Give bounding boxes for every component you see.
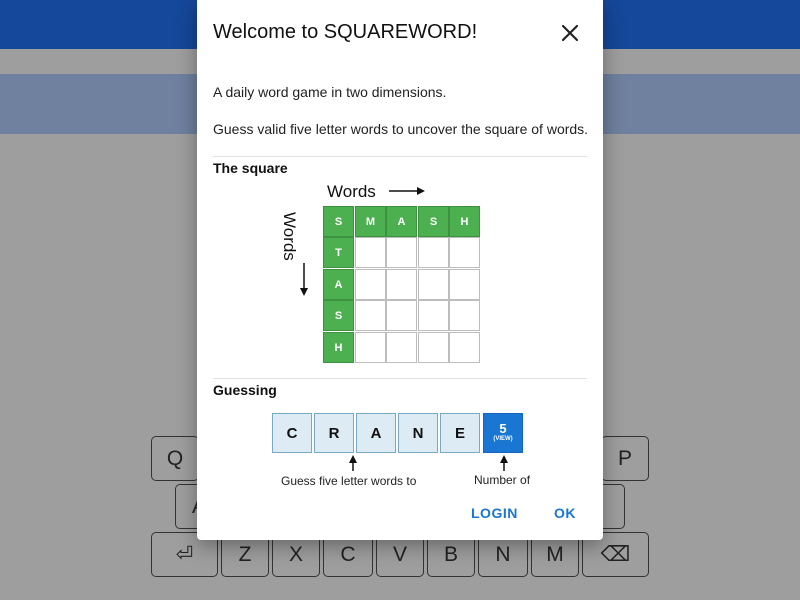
guess-tile: A (356, 413, 396, 453)
grid-cell (355, 300, 386, 331)
dialog-title: Welcome to SQUAREWORD! (213, 21, 478, 43)
words-label-side: Words (280, 212, 299, 261)
ok-button[interactable]: OK (554, 505, 576, 521)
grid-cell: M (355, 206, 386, 237)
intro-text: A daily word game in two dimensions. (213, 84, 447, 100)
grid-cell (449, 332, 480, 363)
login-button[interactable]: LOGIN (471, 505, 518, 521)
guess-tile: R (314, 413, 354, 453)
grid-cell (418, 332, 449, 363)
grid-cell: S (323, 300, 354, 331)
grid-cell (418, 300, 449, 331)
grid-cell: H (323, 332, 354, 363)
grid-cell: S (323, 206, 354, 237)
arrow-up-icon (349, 455, 357, 471)
grid-cell (449, 237, 480, 268)
guess-caption: Guess five letter words to (281, 474, 417, 488)
arrow-right-icon (389, 187, 425, 195)
intro-text-2: Guess valid five letter words to uncover… (213, 121, 589, 137)
guessing-heading: Guessing (213, 382, 277, 398)
grid-cell (418, 237, 449, 268)
grid-cell (355, 332, 386, 363)
key-p[interactable]: P (601, 436, 649, 481)
grid-cell: H (449, 206, 480, 237)
grid-cell (386, 269, 417, 300)
key-q[interactable]: Q (151, 436, 199, 481)
guess-tile: N (398, 413, 438, 453)
arrow-up-icon (500, 455, 508, 471)
divider (213, 378, 587, 379)
grid-cell (355, 237, 386, 268)
count-value: 5 (499, 421, 507, 436)
grid-cell: T (323, 237, 354, 268)
arrow-down-icon (300, 263, 308, 296)
words-label-side-wrap: Words (279, 210, 299, 262)
count-caption: Number of (474, 473, 531, 487)
close-icon[interactable] (558, 21, 582, 45)
grid-cell (386, 237, 417, 268)
count-tile: 5 (VIEW) (483, 413, 523, 453)
guess-tile: E (440, 413, 480, 453)
grid-cell: S (418, 206, 449, 237)
grid-cell (418, 269, 449, 300)
welcome-dialog: Welcome to SQUAREWORD! A daily word game… (197, 0, 603, 540)
guess-tile: C (272, 413, 312, 453)
grid-cell (449, 300, 480, 331)
words-label-top: Words (327, 182, 376, 201)
divider (213, 156, 587, 157)
grid-cell (386, 300, 417, 331)
square-heading: The square (213, 160, 288, 176)
grid-cell (449, 269, 480, 300)
grid-cell: A (386, 206, 417, 237)
grid-cell (386, 332, 417, 363)
count-sub: (VIEW) (493, 436, 513, 442)
grid-cell (355, 269, 386, 300)
grid-cell: A (323, 269, 354, 300)
